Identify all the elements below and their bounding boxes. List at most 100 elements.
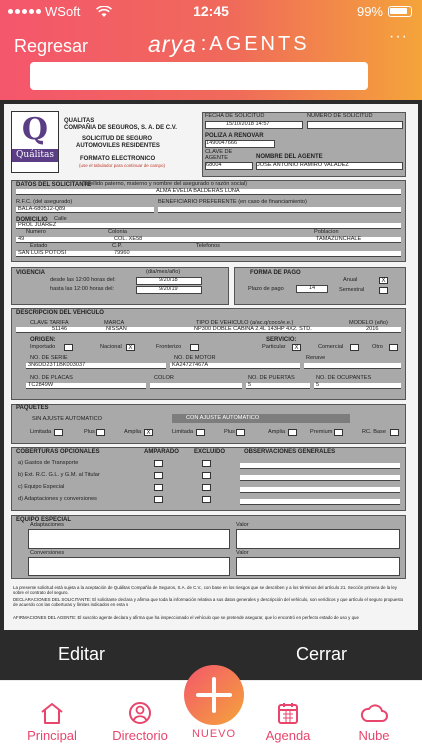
user-icon [129, 702, 151, 724]
adaptaciones-label: Adaptaciones [30, 522, 64, 528]
edit-button[interactable]: Editar [58, 644, 105, 665]
back-button[interactable]: Regresar [14, 36, 88, 57]
tab-directorio[interactable]: Directorio [100, 701, 180, 743]
vigencia-unit: (dia/mes/año) [146, 269, 181, 275]
fecha-label: FECHA DE SOLICITUD [205, 113, 265, 119]
puertas-label: NO. DE PUERTAS [248, 375, 295, 381]
conversiones-label: Conversiones [30, 550, 65, 556]
amplia-con-label: Amplia [268, 429, 286, 435]
paquetes-section [11, 404, 406, 444]
legal-text-2: DECLARACIONES DEL SOLICITANTE: El solici… [13, 597, 404, 607]
cp-label: C.P. [112, 243, 123, 249]
cob-a-label: a) Gastos de Transporte [18, 460, 79, 466]
premium-checkbox [334, 429, 343, 436]
new-button-label: NUEVO [191, 728, 237, 740]
valor-1-field [236, 529, 400, 549]
servicio-label: SERVICIO: [266, 337, 297, 343]
comercial-label: Comercial [318, 344, 344, 350]
solicitante-label: DATOS DEL SOLICITANTE [16, 182, 92, 188]
tab-principal[interactable]: Principal [12, 701, 92, 743]
plazo-label: Plazo de pago [248, 286, 284, 292]
policy-form-document: Q Quálitas QUALITAS COMPAÑIA DE SEGUROS,… [4, 104, 418, 630]
semestral-label: Semestral [339, 287, 365, 293]
plus-con-label: Plus [224, 429, 235, 435]
plus-sin-checkbox [96, 429, 105, 436]
plazo-value: 14 [296, 285, 328, 293]
nacional-checkbox: X [126, 344, 135, 351]
valor-2-field [236, 557, 400, 576]
obs-label: OBSERVACIONES GENERALES [244, 449, 336, 455]
serie-value: 3N6DD23T1BK003037 [28, 362, 86, 368]
origen-label: ORIGEN: [30, 337, 56, 343]
motor-value: KA24727467A [172, 362, 209, 368]
clave-value: 68004 [205, 162, 253, 170]
conversiones-field [28, 557, 230, 576]
search-bar[interactable] [30, 62, 368, 90]
cob-b-label: b) Ext. R.C. G.L. y G.M. al Titular [18, 472, 100, 478]
importado-checkbox [64, 344, 73, 351]
rcbase-label: RC. Base [362, 429, 386, 435]
cob-c-label: c) Equipo Especial [18, 484, 65, 490]
document-viewer[interactable]: Q Quálitas QUALITAS COMPAÑIA DE SEGUROS,… [0, 100, 422, 632]
limitada-con-checkbox [196, 429, 205, 436]
close-button[interactable]: Cerrar [296, 644, 347, 665]
modelo-value: 2016 [366, 326, 379, 332]
plus-con-checkbox [236, 429, 245, 436]
clave-label: CLAVE DE AGENTE [205, 149, 233, 161]
semestral-checkbox [379, 287, 388, 294]
product-name: :AGENTS [200, 33, 310, 55]
desde-label: desde las 12:00 horas del: [50, 277, 116, 283]
solicitante-value: ALMA EVELIA BALDERAS LUNA [156, 188, 240, 194]
desde-value: 9/20/18 [136, 277, 202, 285]
coberturas-label: COBERTURAS OPCIONALES [16, 449, 100, 455]
app-header: WSoft 12:45 99% Regresar arya :AGENTS ··… [0, 0, 422, 100]
numero-value: 49 [18, 236, 25, 242]
cob-d-amparado [154, 496, 163, 503]
tab-nube[interactable]: Nube [334, 701, 414, 743]
tab-principal-label: Principal [27, 728, 77, 743]
rcbase-checkbox [390, 429, 399, 436]
otro-checkbox [389, 344, 398, 351]
telefonos-label: Telefonos [196, 243, 220, 249]
amplia-sin-label: Amplia [124, 429, 142, 435]
particular-checkbox: X [292, 344, 301, 351]
rfc-label: R.F.C. (del asegurado) [16, 199, 73, 205]
legal-text-3: AFIRMACIONES DEL AGENTE: El suscrito age… [13, 615, 359, 620]
rfc-value: BALA-680512-Q89 [18, 206, 66, 212]
marca-value: NISSAN [106, 326, 127, 332]
battery-percent: 99% [356, 4, 383, 19]
paquetes-label: PAQUETES [16, 405, 49, 411]
ocupantes-value: 5 [316, 382, 320, 388]
pago-label: FORMA DE PAGO [250, 270, 301, 276]
plus-sin-label: Plus [84, 429, 95, 435]
new-button[interactable] [184, 665, 244, 725]
excluido-label: EXCLUIDO [194, 449, 226, 455]
tab-nube-label: Nube [358, 728, 390, 743]
tarifa-value: 51146 [52, 326, 68, 332]
anual-label: Anual [343, 277, 358, 283]
form-title-1: SOLICITUD DE SEGURO [82, 136, 153, 142]
poblacion-label: Poblacion [314, 229, 339, 235]
num-sol-label: NUMERO DE SOLICITUD [307, 113, 373, 119]
renave-label: Renave [306, 355, 326, 361]
anual-checkbox: X [379, 277, 388, 284]
ocupantes-label: NO. DE OCUPANTES [316, 375, 372, 381]
cob-b-amparado [154, 472, 163, 479]
color-label: COLOR [154, 375, 174, 381]
more-menu-icon[interactable]: ··· [389, 28, 408, 46]
fronterizo-checkbox [190, 344, 199, 351]
tab-agenda[interactable]: Agenda [248, 701, 328, 743]
calendar-icon [278, 703, 298, 724]
vigencia-label: VIGENCIA [16, 270, 46, 276]
company-name: COMPAÑIA DE SEGUROS, S. A. DE C.V. [64, 125, 177, 131]
status-bar: WSoft 12:45 99% [0, 0, 422, 22]
form-format: FORMATO ELECTRONICO [80, 156, 156, 162]
poliza-value: 1490047666 [205, 140, 275, 148]
vehiculo-label: DESCRIPCION DEL VEHICULO [16, 310, 104, 316]
limitada-sin-checkbox [54, 429, 63, 436]
numero-label: Numero [26, 229, 46, 235]
agente-label: NOMBRE DEL AGENTE [256, 154, 323, 160]
placas-label: NO. DE PLACAS [30, 375, 73, 381]
otro-label: Otro [372, 344, 383, 350]
hasta-label: hasta las 12:00 horas del: [50, 286, 115, 292]
